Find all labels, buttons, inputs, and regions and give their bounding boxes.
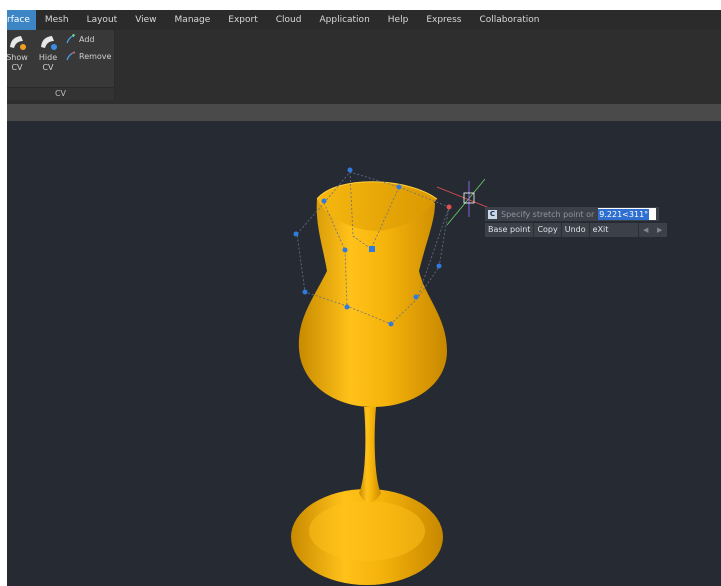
remove-cv-button[interactable]: Remove [66,51,111,61]
menu-view[interactable]: View [126,10,165,30]
command-prompt: C Specify stretch point or 9.221<311° [485,207,659,221]
add-cv-button[interactable]: Add [66,34,95,44]
command-icon: C [488,209,497,219]
remove-cv-label: Remove [79,51,112,61]
menu-application[interactable]: Application [310,10,378,30]
menu-surface[interactable]: rface [7,10,36,30]
prompt-input-value: 9.221<311° [598,208,650,220]
prompt-input[interactable]: 9.221<311° [598,208,657,220]
cv-point[interactable] [344,304,350,310]
cv-point[interactable] [396,184,402,190]
show-cv-icon [10,36,26,50]
ribbon: Show CV Hide CV Add Remove CV [7,30,721,112]
menu-mesh[interactable]: Mesh [36,10,78,30]
menu-bar: rface Mesh Layout View Manage Export Clo… [7,10,721,30]
menu-export[interactable]: Export [219,10,266,30]
model-viewport[interactable] [7,121,721,586]
chevron-left-icon[interactable]: ◀ [643,226,648,234]
cv-active-point[interactable] [446,204,452,210]
hide-cv-button[interactable]: Hide CV [34,32,62,73]
menu-cloud[interactable]: Cloud [267,10,311,30]
command-options: Base point Copy Undo eXit ◀ ▶ [485,223,667,237]
cv-point[interactable] [347,167,353,173]
remove-cv-icon [66,51,76,61]
prompt-text: Specify stretch point or [501,209,595,219]
menu-manage[interactable]: Manage [166,10,220,30]
option-undo[interactable]: Undo [562,223,590,237]
cv-panel: Show CV Hide CV Add Remove CV [7,30,115,100]
cv-point[interactable] [436,263,442,269]
cv-selected-point[interactable] [369,246,375,252]
add-cv-label: Add [79,34,95,44]
option-copy[interactable]: Copy [534,223,562,237]
menu-collaboration[interactable]: Collaboration [470,10,548,30]
cv-point[interactable] [321,198,327,204]
panel-title: CV [7,87,114,100]
show-cv-label: Show CV [7,53,28,72]
cv-point[interactable] [342,247,348,253]
cv-point[interactable] [413,294,419,300]
chevron-right-icon[interactable]: ▶ [657,226,662,234]
3d-scene [291,167,503,585]
document-tab-strip [7,104,721,121]
menu-help[interactable]: Help [379,10,418,30]
menu-express[interactable]: Express [417,10,470,30]
option-exit[interactable]: eXit [590,223,639,237]
cv-point[interactable] [293,231,299,237]
application-window: rface Mesh Layout View Manage Export Clo… [7,10,721,586]
menu-layout[interactable]: Layout [78,10,127,30]
option-base-point[interactable]: Base point [485,223,535,237]
show-cv-button[interactable]: Show CV [7,32,31,73]
glass-stem [359,407,381,503]
options-nav: ◀ ▶ [639,223,667,237]
add-cv-icon [66,34,76,44]
hide-cv-label: Hide CV [38,53,58,72]
cv-point[interactable] [302,289,308,295]
hide-cv-icon [41,36,57,50]
cv-point[interactable] [388,321,394,327]
